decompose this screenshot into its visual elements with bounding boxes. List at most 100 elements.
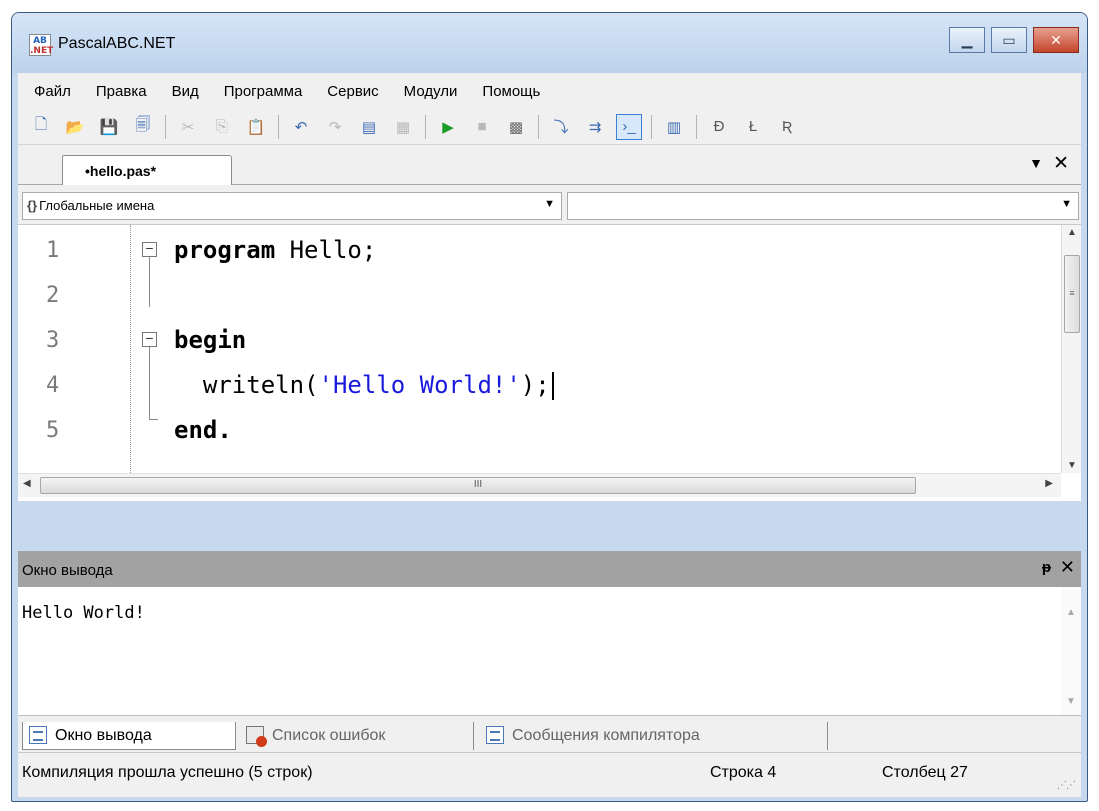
fold-toggle-icon[interactable]: − bbox=[142, 331, 157, 347]
uncomment-icon[interactable]: ▦ bbox=[390, 114, 416, 140]
open-folder-icon[interactable]: 📂 bbox=[62, 114, 88, 140]
menu-bar: Файл Правка Вид Программа Сервис Модули … bbox=[18, 73, 1081, 109]
format-icon[interactable]: Ð bbox=[706, 114, 732, 140]
keyword: program bbox=[174, 236, 276, 264]
editor-vertical-scrollbar[interactable]: ▲ ≡ ▼ bbox=[1061, 225, 1081, 473]
tab-label: Сообщения компилятора bbox=[512, 727, 700, 744]
redo-icon[interactable]: ↷ bbox=[322, 114, 348, 140]
fold-line bbox=[149, 347, 150, 419]
close-icon: ✕ bbox=[1050, 31, 1062, 48]
line-number: 4 bbox=[46, 373, 60, 398]
scroll-thumb[interactable]: III bbox=[40, 477, 916, 494]
pin-icon[interactable]: ᵽ bbox=[1042, 559, 1051, 576]
save-all-icon[interactable]: 🗐 bbox=[130, 114, 156, 140]
maximize-icon: ▭ bbox=[1002, 31, 1016, 48]
scroll-left-icon[interactable]: ◀ bbox=[23, 478, 31, 489]
tab-close-icon[interactable]: ✕ bbox=[1053, 152, 1069, 175]
app-window: AB .NET PascalABC.NET ▁ ▭ ✕ Файл Правка В… bbox=[11, 12, 1088, 802]
chevron-down-icon: ▼ bbox=[544, 198, 555, 210]
output-panel-header: Окно вывода ᵽ ✕ bbox=[18, 551, 1081, 587]
menu-program[interactable]: Программа bbox=[224, 83, 303, 100]
window-title: PascalABC.NET bbox=[58, 35, 176, 52]
code-line-1: program Hello; bbox=[174, 236, 376, 264]
output-icon[interactable]: ▥ bbox=[661, 114, 687, 140]
tab-list-arrow-icon[interactable]: ▼ bbox=[1029, 155, 1043, 171]
toolbar-separator bbox=[425, 114, 426, 139]
maximize-button[interactable]: ▭ bbox=[991, 27, 1027, 53]
tab-output-window[interactable]: Окно вывода bbox=[22, 722, 236, 750]
format-l-icon[interactable]: Ł bbox=[740, 114, 766, 140]
minimize-button[interactable]: ▁ bbox=[949, 27, 985, 53]
output-window-icon bbox=[29, 726, 47, 744]
step-into-icon[interactable]: ⤵ bbox=[548, 114, 574, 140]
keyword: end bbox=[174, 416, 218, 444]
scroll-up-icon[interactable]: ▲ bbox=[1067, 227, 1077, 238]
scroll-up-icon[interactable]: ▲ bbox=[1066, 607, 1076, 618]
compile-icon[interactable]: ▩ bbox=[503, 114, 529, 140]
status-row: Строка 4 bbox=[710, 764, 777, 781]
stop-icon[interactable]: ■ bbox=[469, 114, 495, 140]
menu-modules[interactable]: Модули bbox=[404, 83, 458, 100]
copy-icon[interactable]: ⎘ bbox=[209, 114, 235, 140]
line-gutter: 1 2 3 4 5 bbox=[18, 225, 124, 473]
menu-edit[interactable]: Правка bbox=[96, 83, 147, 100]
compiler-messages-icon bbox=[486, 726, 504, 744]
format-r-icon[interactable]: Ʀ bbox=[774, 114, 800, 140]
close-button[interactable]: ✕ bbox=[1033, 27, 1079, 53]
scope-combo[interactable]: {} Глобальные имена ▼ bbox=[22, 192, 562, 220]
text-caret bbox=[551, 372, 554, 400]
toolbar: 🗋 📂 💾 🗐 ✂ ⎘ 📋 ↶ ↷ ▤ ▦ ▶ ■ ▩ ⤵ ⇉ ›_ ▥ Ð Ł… bbox=[18, 109, 1081, 145]
output-text: Hello World! bbox=[22, 603, 145, 623]
navigation-combos: {} Глобальные имена ▼ ▼ bbox=[18, 185, 1081, 225]
menu-view[interactable]: Вид bbox=[172, 83, 199, 100]
code-text: . bbox=[217, 416, 232, 444]
toolbar-separator bbox=[165, 114, 166, 139]
paste-icon[interactable]: 📋 bbox=[243, 114, 269, 140]
code-text: ); bbox=[520, 371, 550, 399]
console-icon[interactable]: ›_ bbox=[616, 113, 642, 140]
line-number: 3 bbox=[46, 328, 60, 353]
menu-file[interactable]: Файл bbox=[34, 83, 71, 100]
scroll-down-icon[interactable]: ▼ bbox=[1066, 696, 1076, 707]
close-icon[interactable]: ✕ bbox=[1060, 557, 1075, 578]
fold-line bbox=[149, 257, 150, 307]
scroll-thumb[interactable]: ≡ bbox=[1064, 255, 1080, 333]
fold-toggle-icon[interactable]: − bbox=[142, 241, 157, 257]
menu-service[interactable]: Сервис bbox=[327, 83, 378, 100]
gutter-divider bbox=[130, 225, 131, 473]
comment-icon[interactable]: ▤ bbox=[356, 114, 382, 140]
namespace-icon: {} bbox=[27, 198, 38, 213]
title-bar[interactable]: AB .NET PascalABC.NET ▁ ▭ ✕ bbox=[12, 13, 1087, 73]
tab-compiler-messages[interactable]: Сообщения компилятора bbox=[480, 722, 828, 750]
toolbar-separator bbox=[651, 114, 652, 139]
line-number: 2 bbox=[46, 283, 60, 308]
code-line-3: begin bbox=[174, 326, 246, 354]
fold-end bbox=[149, 419, 158, 420]
editor-horizontal-scrollbar[interactable]: ◀ III ▶ bbox=[18, 473, 1061, 497]
tab-hello-pas[interactable]: •hello.pas* bbox=[62, 155, 232, 186]
resize-grip-icon[interactable]: ⋰⋰ bbox=[1057, 780, 1076, 791]
menu-help[interactable]: Помощь bbox=[482, 83, 540, 100]
cut-icon[interactable]: ✂ bbox=[175, 114, 201, 140]
code-text: Hello; bbox=[275, 236, 377, 264]
save-icon[interactable]: 💾 bbox=[96, 114, 122, 140]
output-panel[interactable]: Hello World! ▲ ▼ bbox=[18, 587, 1081, 715]
toolbar-separator bbox=[696, 114, 697, 139]
step-over-icon[interactable]: ⇉ bbox=[582, 114, 608, 140]
string-literal: 'Hello World!' bbox=[318, 371, 521, 399]
output-vertical-scrollbar[interactable]: ▲ ▼ bbox=[1061, 587, 1081, 715]
code-line-4: writeln('Hello World!'); bbox=[174, 371, 554, 400]
member-combo[interactable]: ▼ bbox=[567, 192, 1079, 220]
run-icon[interactable]: ▶ bbox=[435, 114, 461, 140]
line-number: 1 bbox=[46, 238, 60, 263]
new-file-icon[interactable]: 🗋 bbox=[28, 114, 54, 140]
scroll-right-icon[interactable]: ▶ bbox=[1045, 478, 1053, 489]
undo-icon[interactable]: ↶ bbox=[288, 114, 314, 140]
tab-label: Список ошибок bbox=[272, 727, 386, 744]
tab-error-list[interactable]: Список ошибок bbox=[240, 722, 474, 750]
scroll-down-icon[interactable]: ▼ bbox=[1067, 460, 1077, 471]
toolbar-separator bbox=[278, 114, 279, 139]
code-line-5: end. bbox=[174, 416, 232, 444]
bottom-tab-bar: Окно вывода Список ошибок Сообщения комп… bbox=[18, 715, 1081, 753]
code-editor[interactable]: 1 2 3 4 5 − − program Hello; begin write… bbox=[18, 225, 1081, 501]
